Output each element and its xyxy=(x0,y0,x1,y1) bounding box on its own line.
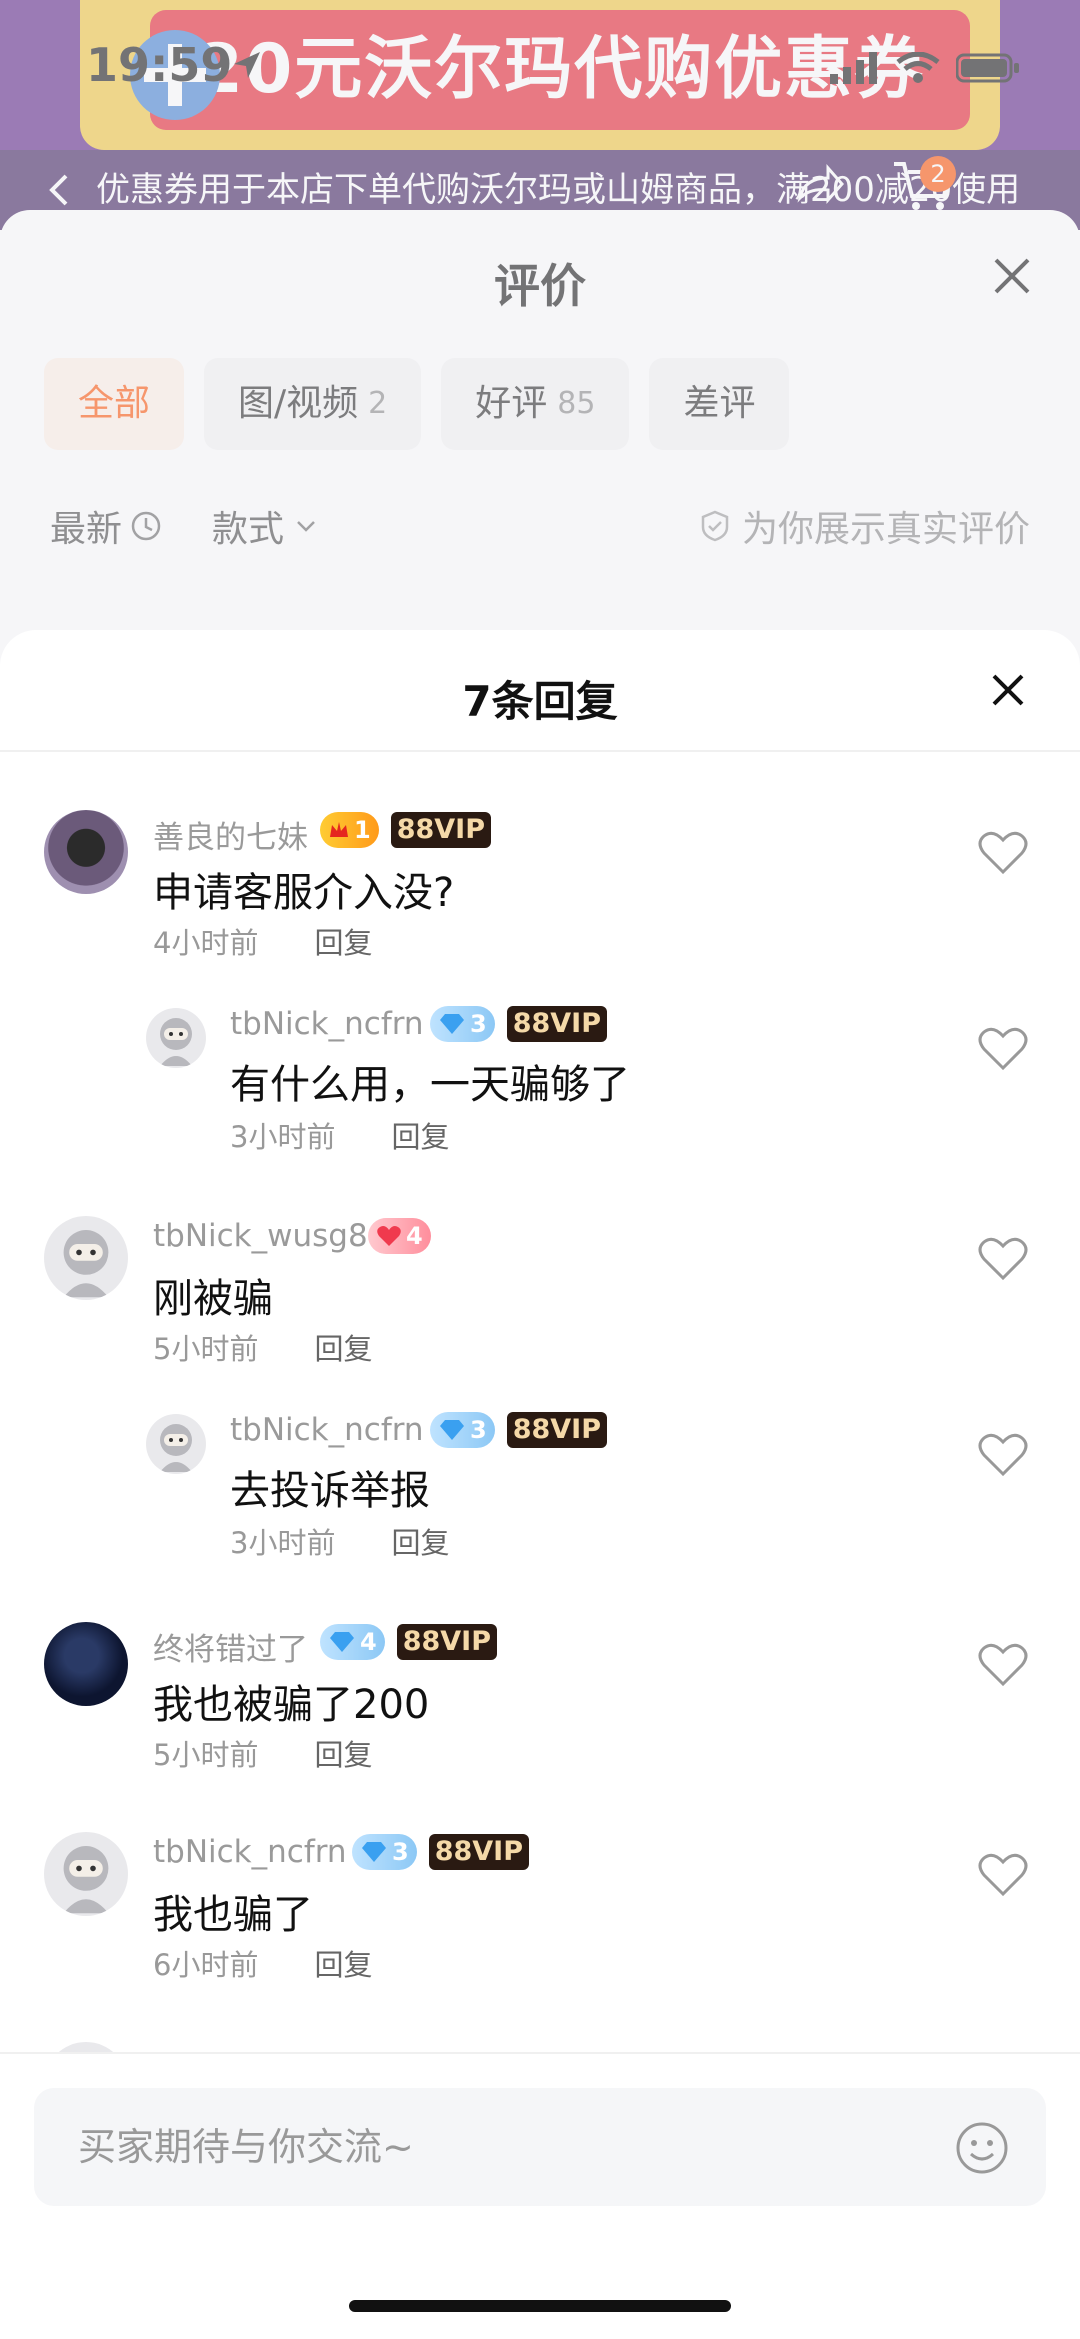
avatar[interactable] xyxy=(44,1832,128,1916)
user-badges: 3 88VIP xyxy=(352,1834,530,1870)
comment-text: 去投诉举报 xyxy=(230,1468,430,1514)
reply-button[interactable]: 回复 xyxy=(314,920,372,962)
level-badge: 3 xyxy=(352,1834,417,1870)
comment-time: 6小时前 xyxy=(153,1948,259,1982)
level-badge: 4 xyxy=(320,1624,385,1660)
user-badges: 3 88VIP xyxy=(430,1006,608,1042)
level-badge: 1 xyxy=(320,812,379,848)
reply-button[interactable]: 回复 xyxy=(391,1520,449,1562)
vip-badge: 88VIP xyxy=(506,1006,608,1042)
comment-time: 4小时前 xyxy=(153,926,259,960)
vip-badge: 88VIP xyxy=(506,1412,608,1448)
avatar[interactable] xyxy=(44,1216,128,1300)
default-avatar-icon xyxy=(63,1846,109,1914)
level-number: 1 xyxy=(354,816,371,844)
crown-icon xyxy=(330,822,348,837)
dim-overlay[interactable] xyxy=(0,0,1080,700)
vip-badge: 88VIP xyxy=(428,1834,530,1870)
comment-time: 3小时前 xyxy=(230,1526,336,1560)
level-badge: 4 xyxy=(368,1218,431,1254)
diamond-icon xyxy=(330,1632,354,1652)
diamond-icon xyxy=(362,1842,386,1862)
user-badges: 4 xyxy=(368,1218,431,1254)
reply-button[interactable]: 回复 xyxy=(314,1732,372,1774)
comment-text: 申请客服介入没? xyxy=(153,870,455,916)
username[interactable]: tbNick_ncfrn xyxy=(230,1412,424,1448)
comment: 终将错过了 4 88VIP 我也被骗了200 5小时前 回复 xyxy=(0,1622,1080,1782)
close-icon[interactable] xyxy=(988,670,1028,710)
level-number: 4 xyxy=(406,1222,423,1250)
heart-icon[interactable] xyxy=(978,1026,1028,1072)
diamond-icon xyxy=(440,1014,464,1034)
home-indicator[interactable] xyxy=(349,2300,731,2312)
comment-time: 3小时前 xyxy=(230,1120,336,1154)
username[interactable]: 善良的七妹 xyxy=(153,812,308,857)
level-number: 3 xyxy=(470,1010,487,1038)
avatar[interactable] xyxy=(146,1414,206,1474)
comment-meta: 4小时前 回复 xyxy=(153,920,372,962)
reply-input-placeholder: 买家期待与你交流~ xyxy=(78,2125,414,2169)
username[interactable]: tbNick_ncfrn xyxy=(153,1834,347,1870)
vip-badge: 88VIP xyxy=(396,1624,498,1660)
heart-icon[interactable] xyxy=(978,1642,1028,1688)
level-badge: 3 xyxy=(430,1412,495,1448)
heart-icon[interactable] xyxy=(978,830,1028,876)
comment-meta: 3小时前 回复 xyxy=(230,1114,449,1156)
avatar[interactable] xyxy=(44,1622,128,1706)
comment-meta: 5小时前 回复 xyxy=(153,1326,372,1368)
username[interactable]: tbNick_wusg8 xyxy=(153,1218,368,1254)
user-badges: 4 88VIP xyxy=(320,1624,498,1660)
heart-icon[interactable] xyxy=(978,1852,1028,1898)
avatar[interactable] xyxy=(44,810,128,894)
level-badge: 3 xyxy=(430,1006,495,1042)
heart-icon[interactable] xyxy=(978,1236,1028,1282)
heart-level-icon xyxy=(377,1226,401,1246)
default-avatar-icon xyxy=(160,1018,192,1066)
comment-meta: 5小时前 回复 xyxy=(153,1732,372,1774)
username[interactable]: tbNick_ncfrn xyxy=(230,1006,424,1042)
comment: 善良的七妹 1 88VIP 申请客服介入没? 4小时前 回复 xyxy=(0,810,1080,970)
reply-button[interactable]: 回复 xyxy=(314,1942,372,1984)
reply-input-bar: 买家期待与你交流~ xyxy=(0,2052,1080,2339)
heart-icon[interactable] xyxy=(978,1432,1028,1478)
level-number: 4 xyxy=(360,1628,377,1656)
comment: tbNick_wusg8 4 刚被骗 5小时前 回复 xyxy=(0,1216,1080,1376)
reply-button[interactable]: 回复 xyxy=(314,1326,372,1368)
user-badges: 3 88VIP xyxy=(430,1412,608,1448)
username[interactable]: 终将错过了 xyxy=(153,1624,308,1669)
default-avatar-icon xyxy=(63,1230,109,1298)
comment-text: 我也被骗了200 xyxy=(153,1682,430,1728)
comment-text: 刚被骗 xyxy=(153,1276,273,1322)
vip-badge: 88VIP xyxy=(390,812,492,848)
comment: tbNick_ncfrn 3 88VIP 我也骗了 6小时前 回复 xyxy=(0,1832,1080,1992)
nested-reply: tbNick_ncfrn 3 88VIP 去投诉举报 3小时前 回复 xyxy=(0,1412,1080,1572)
avatar[interactable] xyxy=(146,1008,206,1068)
comment-meta: 6小时前 回复 xyxy=(153,1942,372,1984)
replies-title: 7条回复 xyxy=(462,677,618,726)
comment-text: 有什么用，一天骗够了 xyxy=(230,1062,630,1108)
level-number: 3 xyxy=(470,1416,487,1444)
comment-time: 5小时前 xyxy=(153,1332,259,1366)
level-number: 3 xyxy=(392,1838,409,1866)
diamond-icon xyxy=(440,1420,464,1440)
divider xyxy=(0,750,1080,752)
reply-input[interactable]: 买家期待与你交流~ xyxy=(34,2088,1046,2206)
nested-reply: tbNick_ncfrn 3 88VIP 有什么用，一天骗够了 3小时前 回复 xyxy=(0,1006,1080,1166)
default-avatar-icon xyxy=(160,1424,192,1472)
comment-time: 5小时前 xyxy=(153,1738,259,1772)
reply-button[interactable]: 回复 xyxy=(391,1114,449,1156)
comment-meta: 3小时前 回复 xyxy=(230,1520,449,1562)
user-badges: 1 88VIP xyxy=(320,812,492,848)
comment-text: 我也骗了 xyxy=(153,1892,313,1938)
emoji-icon[interactable] xyxy=(954,2120,1010,2176)
